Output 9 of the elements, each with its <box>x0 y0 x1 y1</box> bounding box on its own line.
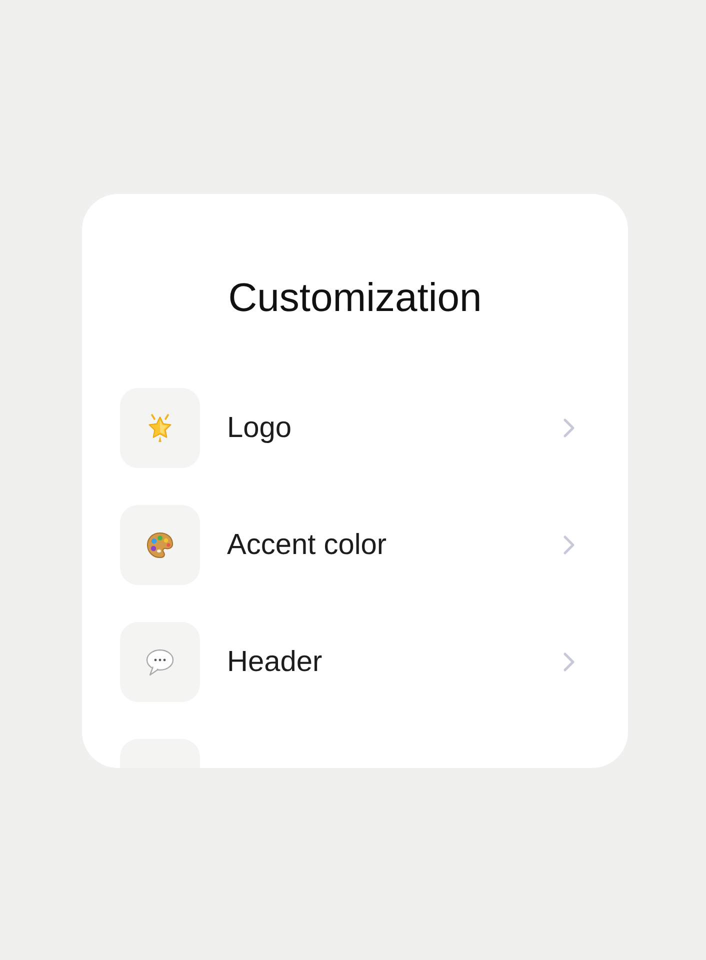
speech-bubble-icon <box>120 622 200 702</box>
customization-option[interactable]: Accent color <box>120 505 576 585</box>
customization-option[interactable]: Header <box>120 622 576 702</box>
chevron-icon <box>562 534 576 556</box>
customization-option[interactable]: Logo <box>120 388 576 468</box>
palette-icon <box>120 505 200 585</box>
chevron-icon <box>562 417 576 439</box>
chevron-icon <box>562 651 576 673</box>
card-title: Customization <box>227 275 483 322</box>
